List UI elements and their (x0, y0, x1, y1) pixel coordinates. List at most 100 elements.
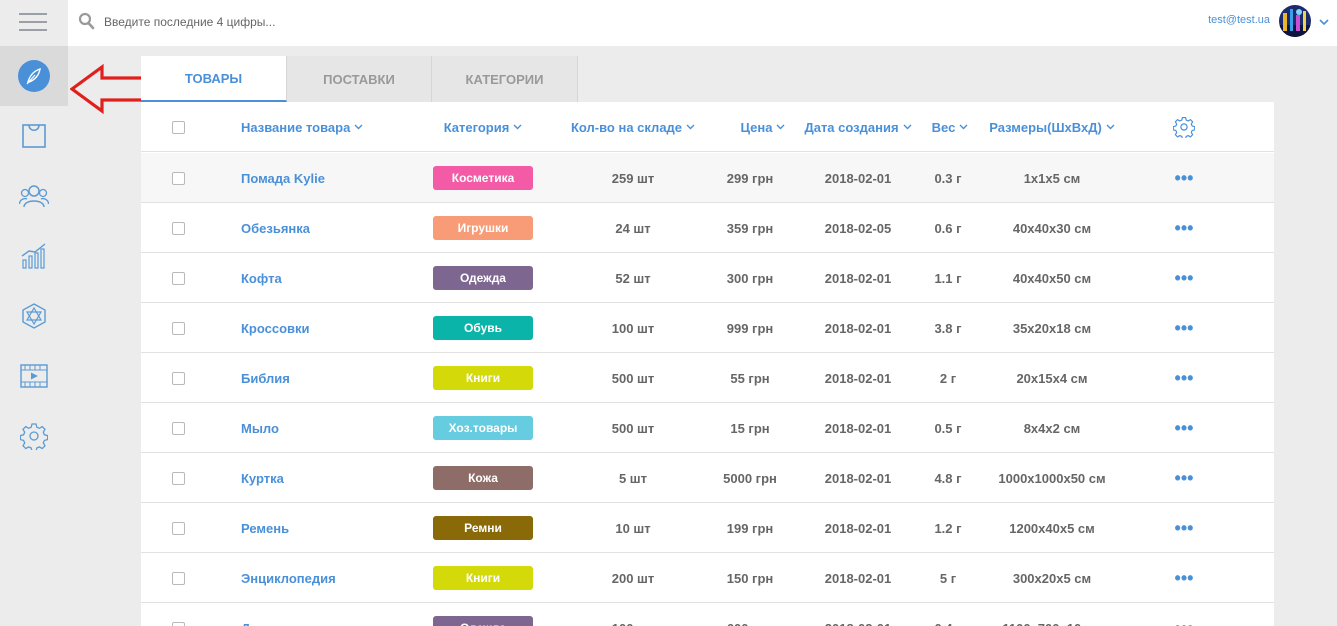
sidebar-item-integrations[interactable] (0, 286, 68, 346)
price-cell: 199 грн (726, 520, 774, 536)
more-actions-icon[interactable]: ••• (1175, 519, 1194, 537)
chevron-down-icon (776, 124, 785, 130)
product-name-link[interactable]: Ремень (241, 521, 289, 536)
column-header-size[interactable]: Размеры(ШхВхД) (982, 102, 1122, 152)
table-row[interactable]: Обезьянка Игрушки 24 шт 359 грн 2018-02-05 0.… (141, 203, 1274, 253)
table-row[interactable]: Библия Книги 500 шт 55 грн 2018-02-01 2 г 20x1… (141, 353, 1274, 403)
chevron-down-icon (1106, 124, 1115, 130)
product-name-link[interactable]: Библия (241, 371, 290, 386)
tab-supplies[interactable]: ПОСТАВКИ (287, 56, 432, 102)
category-badge: Ремни (433, 516, 533, 540)
sidebar-item-products[interactable] (0, 46, 68, 106)
size-cell: 1100x700x10 см (982, 603, 1122, 626)
stock-cell: 10 шт (615, 520, 651, 536)
avatar[interactable] (1279, 5, 1311, 37)
stats-chart-icon (21, 243, 46, 269)
row-checkbox[interactable] (172, 321, 185, 335)
hamburger-icon (19, 21, 47, 23)
row-checkbox[interactable] (172, 521, 185, 535)
tab-bar: ТОВАРЫ ПОСТАВКИ КАТЕГОРИИ (141, 56, 578, 102)
table-row[interactable]: Куртка Кожа 5 шт 5000 грн 2018-02-01 4.8 г 100… (141, 453, 1274, 503)
table-row[interactable]: Ремень Ремни 10 шт 199 грн 2018-02-01 1.2 г 12… (141, 503, 1274, 553)
more-actions-icon[interactable]: ••• (1175, 569, 1194, 587)
more-actions-icon[interactable]: ••• (1175, 319, 1194, 337)
price-cell: 600 грн (713, 603, 787, 626)
chevron-down-icon (513, 124, 522, 130)
table-row[interactable]: Энциклопедия Книги 200 шт 150 грн 2018-02-01… (141, 553, 1274, 603)
column-header-created[interactable]: Дата создания (798, 102, 918, 152)
row-checkbox[interactable] (172, 171, 185, 185)
sidebar-item-orders[interactable] (0, 106, 68, 166)
chevron-down-icon (354, 124, 363, 130)
user-email-link[interactable]: test@test.ua (1208, 14, 1270, 26)
row-checkbox[interactable] (172, 271, 185, 285)
tab-categories[interactable]: КАТЕГОРИИ (432, 56, 578, 102)
chevron-down-icon[interactable] (1319, 18, 1329, 26)
table-row[interactable]: Кофта Одежда 52 шт 300 грн 2018-02-01 1.1 г 40… (141, 253, 1274, 303)
more-actions-icon[interactable]: ••• (1175, 219, 1194, 237)
sidebar-item-settings[interactable] (0, 406, 68, 466)
more-actions-icon[interactable]: ••• (1175, 419, 1194, 437)
row-checkbox[interactable] (172, 471, 185, 485)
weight-cell: 1.1 г (934, 270, 962, 286)
table-row[interactable]: Джинсы Одежда 100 шт 600 грн 2018-02-010.4 г… (141, 603, 1274, 626)
category-badge: Книги (433, 366, 533, 390)
table-row[interactable]: Помада Kylie Косметика 259 шт 299 грн 2018-0… (141, 153, 1274, 203)
select-all-checkbox[interactable] (172, 120, 185, 134)
category-badge: Игрушки (433, 216, 533, 240)
row-checkbox[interactable] (172, 571, 185, 585)
product-name-link[interactable]: Мыло (241, 421, 279, 436)
search-input[interactable] (104, 12, 564, 32)
more-actions-icon[interactable]: ••• (1175, 369, 1194, 387)
table-header: Название товара Категория Кол-во на скла… (141, 102, 1274, 152)
table-row[interactable]: Кроссовки Обувь 100 шт 999 грн 2018-02-01 3.8… (141, 303, 1274, 353)
column-header-weight[interactable]: Вес (918, 102, 982, 152)
size-cell: 1000x1000x50 см (998, 470, 1106, 486)
sidebar-item-media[interactable] (0, 346, 68, 406)
column-label: Вес (931, 119, 956, 135)
row-checkbox[interactable] (172, 371, 185, 385)
price-cell: 299 грн (726, 170, 774, 186)
product-name-link[interactable]: Куртка (241, 471, 284, 486)
category-badge: Одежда (433, 266, 533, 290)
table-row[interactable]: Мыло Хоз.товары 500 шт 15 грн 2018-02-01 0.5 … (141, 403, 1274, 453)
product-name-link[interactable]: Кофта (241, 271, 282, 286)
table-settings-button[interactable] (1164, 102, 1204, 152)
row-checkbox[interactable] (172, 621, 185, 626)
more-actions-icon[interactable]: ••• (1175, 169, 1194, 187)
product-name-link[interactable]: Обезьянка (241, 221, 310, 236)
size-cell: 1x1x5 см (1023, 170, 1081, 186)
column-header-category[interactable]: Категория (433, 102, 533, 152)
row-checkbox[interactable] (172, 421, 185, 435)
users-icon (19, 185, 49, 208)
sidebar-item-analytics[interactable] (0, 226, 68, 286)
menu-toggle-button[interactable] (0, 0, 68, 46)
date-cell: 2018-02-01 (824, 170, 892, 186)
product-name-link[interactable]: Помада Kylie (241, 171, 325, 186)
sidebar-item-clients[interactable] (0, 166, 68, 226)
gear-icon (1173, 116, 1195, 138)
category-badge: Обувь (433, 316, 533, 340)
price-cell: 55 грн (730, 370, 770, 386)
column-header-name[interactable]: Название товара (241, 102, 363, 152)
column-label: Категория (443, 119, 510, 135)
product-name-link[interactable]: Энциклопедия (241, 571, 336, 586)
date-cell: 2018-02-01 (824, 520, 892, 536)
network-icon (22, 303, 46, 329)
row-checkbox[interactable] (172, 221, 185, 235)
more-actions-icon[interactable]: ••• (1175, 269, 1194, 287)
more-actions-icon[interactable]: ••• (1175, 469, 1194, 487)
weight-cell: 0.4 г (918, 603, 978, 626)
column-label: Цена (740, 119, 773, 135)
date-cell: 2018-02-01 (824, 320, 892, 336)
product-name-link[interactable]: Джинсы (241, 621, 294, 626)
product-name-link[interactable]: Кроссовки (241, 321, 310, 336)
chevron-down-icon (686, 124, 695, 130)
category-badge: Хоз.товары (433, 416, 533, 440)
avatar-image (1279, 5, 1311, 37)
stock-cell: 52 шт (615, 270, 651, 286)
chevron-down-icon (903, 124, 912, 130)
column-header-stock[interactable]: Кол-во на складе (563, 102, 703, 152)
column-label: Название товара (241, 119, 351, 135)
tab-products[interactable]: ТОВАРЫ (141, 56, 287, 102)
